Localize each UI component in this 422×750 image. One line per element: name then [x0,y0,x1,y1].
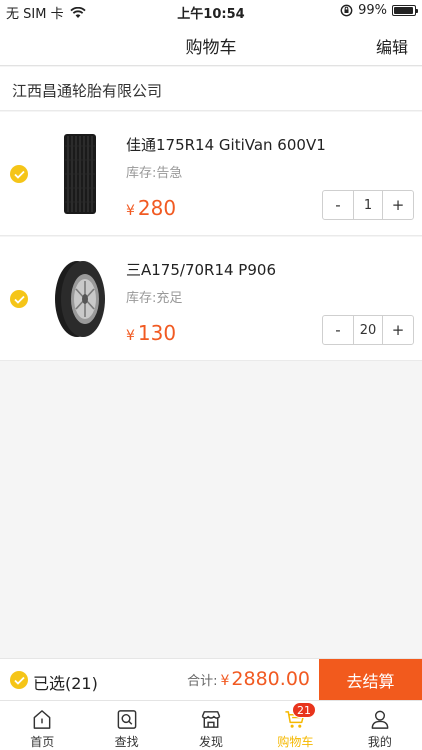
tab-label: 查找 [114,735,139,749]
currency-symbol: ¥ [220,673,230,689]
quantity-value[interactable]: 1 [353,191,383,219]
tire-side-image [64,134,96,214]
checkout-button[interactable]: 去结算 [319,659,422,701]
cart-item: 三A175/70R14 P906 库存:充足 ¥130 - 20 + [0,237,422,361]
quantity-stepper: - 1 + [322,190,414,220]
status-right: 99% [340,3,418,18]
cart-badge: 21 [292,702,317,718]
tab-label: 首页 [30,735,55,749]
total-label: 合计: [187,674,218,689]
page-title: 购物车 [185,38,237,58]
quantity-value[interactable]: 20 [353,316,383,344]
price-value: 280 [137,196,177,220]
decrease-button[interactable]: - [323,191,353,219]
item-checkbox[interactable] [10,165,28,183]
shop-header: 江西昌通轮胎有限公司 [0,67,422,111]
increase-button[interactable]: + [383,316,413,344]
price-value: 130 [137,321,177,345]
currency-symbol: ¥ [126,203,135,219]
item-stock: 库存:充足 [126,291,183,306]
item-stock: 库存:告急 [126,166,183,181]
tab-label: 购物车 [277,735,314,749]
tab-profile[interactable]: 我的 [338,701,422,750]
item-checkbox[interactable] [10,290,28,308]
item-name[interactable]: 三A175/70R14 P906 [126,259,276,280]
selected-count[interactable]: 已选(21) [33,670,98,694]
shop-name: 江西昌通轮胎有限公司 [12,82,163,100]
cart-item: 佳通175R14 GitiVan 600V1 库存:告急 ¥280 - 1 + [0,112,422,236]
tab-label: 发现 [199,735,224,749]
tab-search[interactable]: 查找 [84,701,168,750]
user-icon [371,710,389,729]
orientation-lock-icon [340,4,353,17]
search-icon [117,710,136,729]
increase-button[interactable]: + [383,191,413,219]
battery-percent: 99% [358,3,387,18]
nav-bar: 购物车 编辑 [0,22,422,66]
tire-angled-image [55,261,105,337]
tab-discover[interactable]: 发现 [169,701,253,750]
tab-label: 我的 [367,735,392,749]
total-value: 2880.00 [231,668,310,690]
shop-icon [201,711,221,728]
select-all-checkbox[interactable] [10,671,28,689]
tab-bar: 首页 查找 发现 购物车 21 我的 [0,700,422,750]
status-bar: 无 SIM 卡 上午10:54 99% [0,0,422,22]
currency-symbol: ¥ [126,328,135,344]
decrease-button[interactable]: - [323,316,353,344]
total-price: 合计: ¥ 2880.00 [187,668,310,690]
checkout-bar: 已选(21) 合计: ¥ 2880.00 去结算 [0,658,422,701]
item-name[interactable]: 佳通175R14 GitiVan 600V1 [126,134,326,155]
battery-icon [392,5,418,16]
tab-home[interactable]: 首页 [0,701,84,750]
item-price: ¥130 [126,321,176,345]
edit-button[interactable]: 编辑 [376,34,408,58]
check-icon [13,170,25,179]
check-icon [13,676,25,685]
tab-cart[interactable]: 购物车 21 [253,701,337,750]
home-icon [33,710,51,729]
item-price: ¥280 [126,196,176,220]
check-icon [13,295,25,304]
quantity-stepper: - 20 + [322,315,414,345]
